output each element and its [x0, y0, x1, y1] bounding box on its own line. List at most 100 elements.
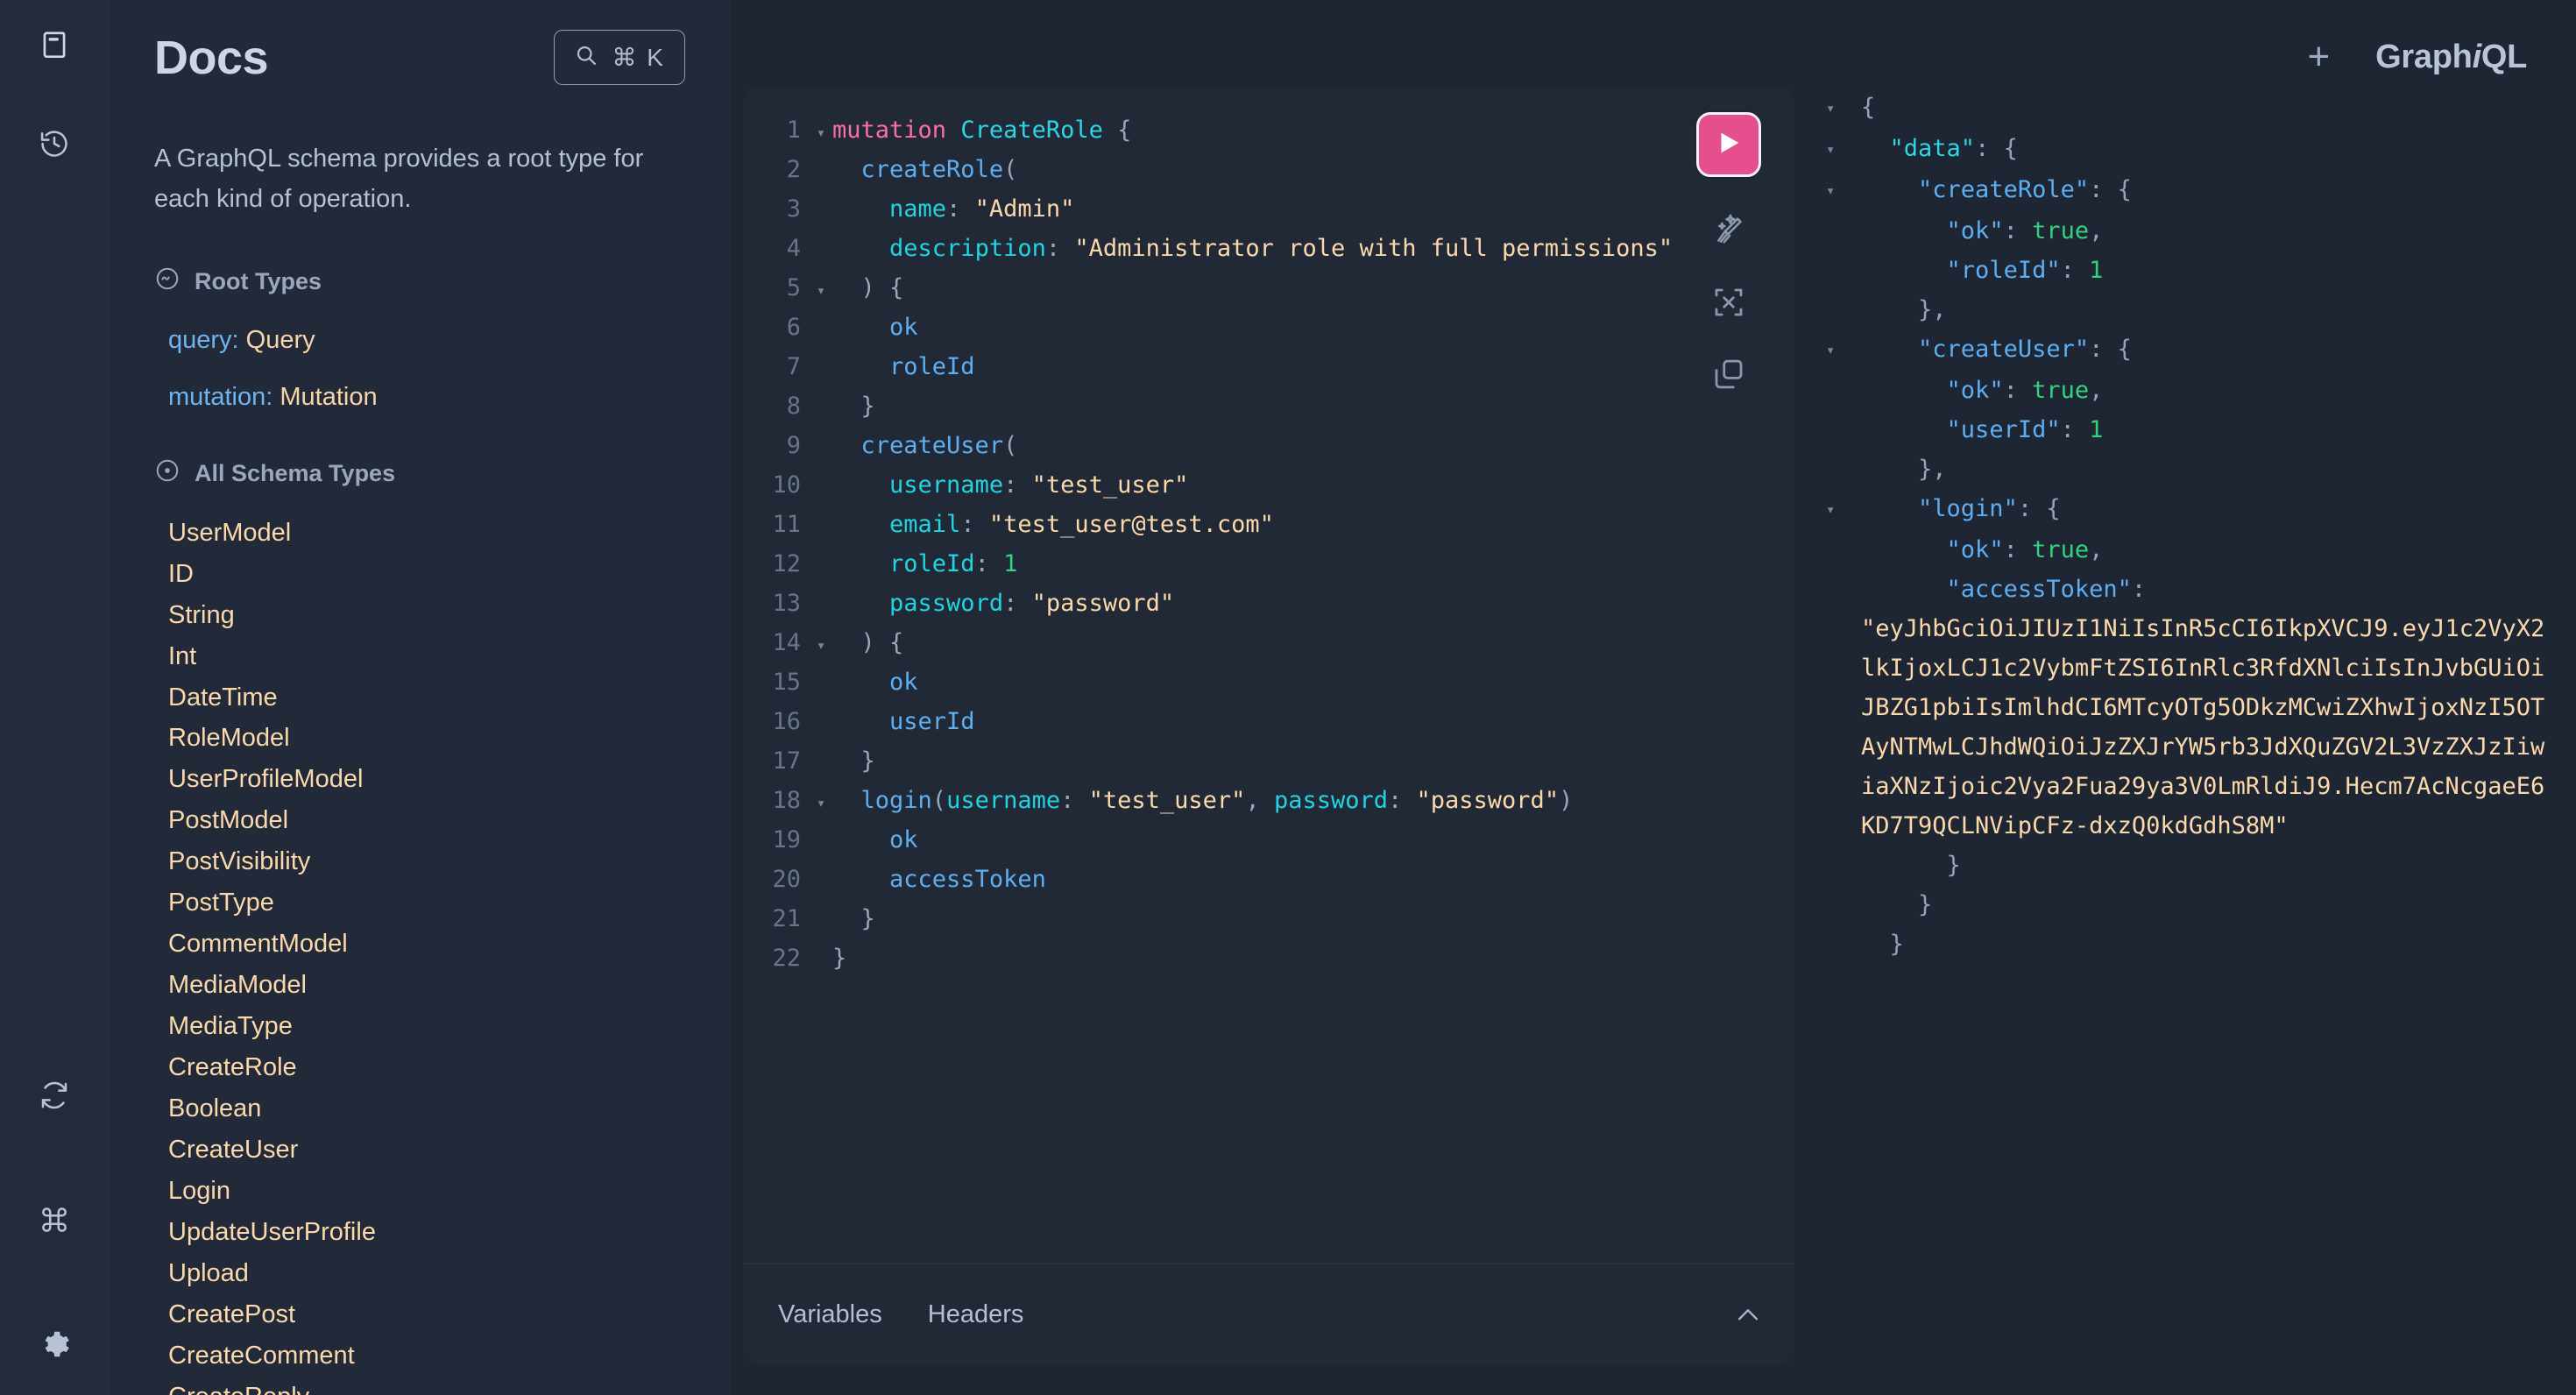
fold-spacer [1826, 410, 1861, 412]
schema-type-item[interactable]: Boolean [168, 1088, 685, 1129]
code-token: { [1103, 117, 1132, 144]
schema-type-item[interactable]: DateTime [168, 677, 685, 719]
schema-type-item[interactable]: PostType [168, 882, 685, 924]
fold-spacer [1826, 609, 1861, 611]
code-token: accessToken [889, 866, 1046, 893]
fold-toggle-icon[interactable]: ▾ [810, 114, 832, 153]
root-field-query[interactable]: query: Query [154, 326, 685, 355]
schema-type-item[interactable]: MediaType [168, 1006, 685, 1047]
code-line: 22} [743, 938, 1794, 978]
schema-type-item[interactable]: CreateComment [168, 1335, 685, 1377]
schema-type-item[interactable]: UserModel [168, 513, 685, 554]
code-token [832, 314, 889, 341]
schema-type-item[interactable]: UserProfileModel [168, 759, 685, 800]
query-editor[interactable]: 1▾mutation CreateRole {2 createRole(3 na… [743, 88, 1794, 1264]
schema-type-item[interactable]: Int [168, 636, 685, 677]
schema-type-item[interactable]: CreateRole [168, 1047, 685, 1088]
code-text: ok [832, 308, 1794, 347]
fold-toggle-icon[interactable]: ▾ [1826, 129, 1861, 170]
main-session-area: + GraphiQL 1▾mutation CreateRole {2 crea… [731, 0, 2576, 1395]
root-types-heading[interactable]: Root Types [154, 266, 685, 298]
response-line: }, [1826, 290, 2550, 329]
fold-toggle-icon[interactable]: ▾ [810, 627, 832, 666]
keyboard-shortcuts-icon [38, 1203, 71, 1236]
line-number: 9 [743, 426, 810, 465]
collapse-panel-button[interactable] [1733, 1300, 1763, 1330]
response-line: } [1826, 885, 2550, 924]
root-field-name: query [168, 326, 232, 354]
response-token: : { [2089, 176, 2132, 203]
dot-circle-icon [154, 457, 180, 490]
code-token: description [889, 235, 1046, 262]
refresh-icon-button[interactable] [30, 1071, 79, 1120]
keyboard-shortcuts-icon-button[interactable] [30, 1195, 79, 1244]
code-token: "password" [1417, 787, 1560, 814]
schema-type-item[interactable]: String [168, 595, 685, 636]
schema-type-item[interactable]: Upload [168, 1253, 685, 1294]
response-token: , [2089, 217, 2103, 244]
schema-type-item[interactable]: ID [168, 554, 685, 595]
indent-spacer [1861, 135, 1890, 162]
schema-type-item[interactable]: CreatePost [168, 1294, 685, 1335]
code-text: roleId: 1 [832, 544, 1794, 584]
search-input[interactable]: ⌘ K [554, 30, 685, 85]
fold-toggle-icon[interactable]: ▾ [1826, 489, 1861, 530]
response-token: true [2032, 377, 2089, 404]
history-icon-button[interactable] [30, 119, 79, 168]
schema-type-item[interactable]: MediaModel [168, 965, 685, 1006]
history-icon [38, 127, 71, 160]
response-line: "eyJhbGciOiJIUzI1NiIsInR5cCI6IkpXVCJ9.ey… [1826, 609, 2550, 846]
schema-type-item[interactable]: CreateUser [168, 1129, 685, 1171]
indent-spacer [1861, 336, 1918, 363]
code-line: 2 createRole( [743, 150, 1794, 189]
graphiql-app: Docs ⌘ K A GraphQL schema provides a roo… [0, 0, 2576, 1395]
fold-toggle-icon[interactable]: ▾ [1826, 88, 1861, 129]
response-token: "createRole" [1918, 176, 2089, 203]
response-token: }, [1918, 296, 1947, 323]
copy-query-button[interactable] [1710, 356, 1747, 393]
merge-brackets-icon [1710, 284, 1747, 321]
settings-gear-icon-button[interactable] [30, 1320, 79, 1369]
code-text: mutation CreateRole { [832, 110, 1794, 150]
schema-type-item[interactable]: Login [168, 1171, 685, 1212]
response-token: "data" [1890, 135, 1976, 162]
tab-variables[interactable]: Variables [775, 1293, 886, 1336]
response-panel[interactable]: ▾{▾ "data": {▾ "createRole": { "ok": tru… [1794, 88, 2576, 1365]
schema-type-item[interactable]: RoleModel [168, 718, 685, 759]
response-text: "userId": 1 [1861, 410, 2550, 450]
root-field-type[interactable]: Query [246, 326, 315, 354]
root-field-mutation[interactable]: mutation: Mutation [154, 383, 685, 412]
schema-type-item[interactable]: UpdateUserProfile [168, 1212, 685, 1253]
schema-type-item[interactable]: PostModel [168, 800, 685, 841]
code-line: 13 password: "password" [743, 584, 1794, 623]
response-token: , [2089, 536, 2103, 563]
docs-book-icon-button[interactable] [30, 21, 79, 70]
code-token: roleId [889, 353, 975, 380]
line-number: 22 [743, 938, 810, 978]
code-token: } [832, 393, 875, 420]
code-token [832, 866, 889, 893]
merge-fragments-button[interactable] [1710, 284, 1747, 321]
root-field-type[interactable]: Mutation [280, 383, 377, 411]
code-line: 1▾mutation CreateRole { [743, 110, 1794, 150]
schema-type-item[interactable]: PostVisibility [168, 841, 685, 882]
schema-type-item[interactable]: CreateReply [168, 1377, 685, 1395]
response-text: "createRole": { [1861, 170, 2550, 209]
tab-headers[interactable]: Headers [924, 1293, 1028, 1336]
root-field-separator: : [232, 326, 239, 354]
code-token: "test_user@test.com" [989, 511, 1274, 538]
code-token: email [889, 511, 960, 538]
fold-toggle-icon[interactable]: ▾ [810, 272, 832, 311]
fold-toggle-icon[interactable]: ▾ [1826, 170, 1861, 211]
response-text: "ok": true, [1861, 371, 2550, 410]
line-number: 5 [743, 268, 810, 308]
prettify-button[interactable] [1710, 212, 1747, 249]
all-schema-types-heading[interactable]: All Schema Types [154, 457, 685, 490]
execute-query-button[interactable] [1696, 112, 1761, 177]
add-tab-button[interactable]: + [2307, 38, 2330, 76]
schema-type-item[interactable]: CommentModel [168, 924, 685, 965]
fold-toggle-icon[interactable]: ▾ [1826, 329, 1861, 371]
fold-toggle-icon[interactable]: ▾ [810, 784, 832, 824]
code-line: 17 } [743, 741, 1794, 781]
code-token: "test_user" [1089, 787, 1246, 814]
